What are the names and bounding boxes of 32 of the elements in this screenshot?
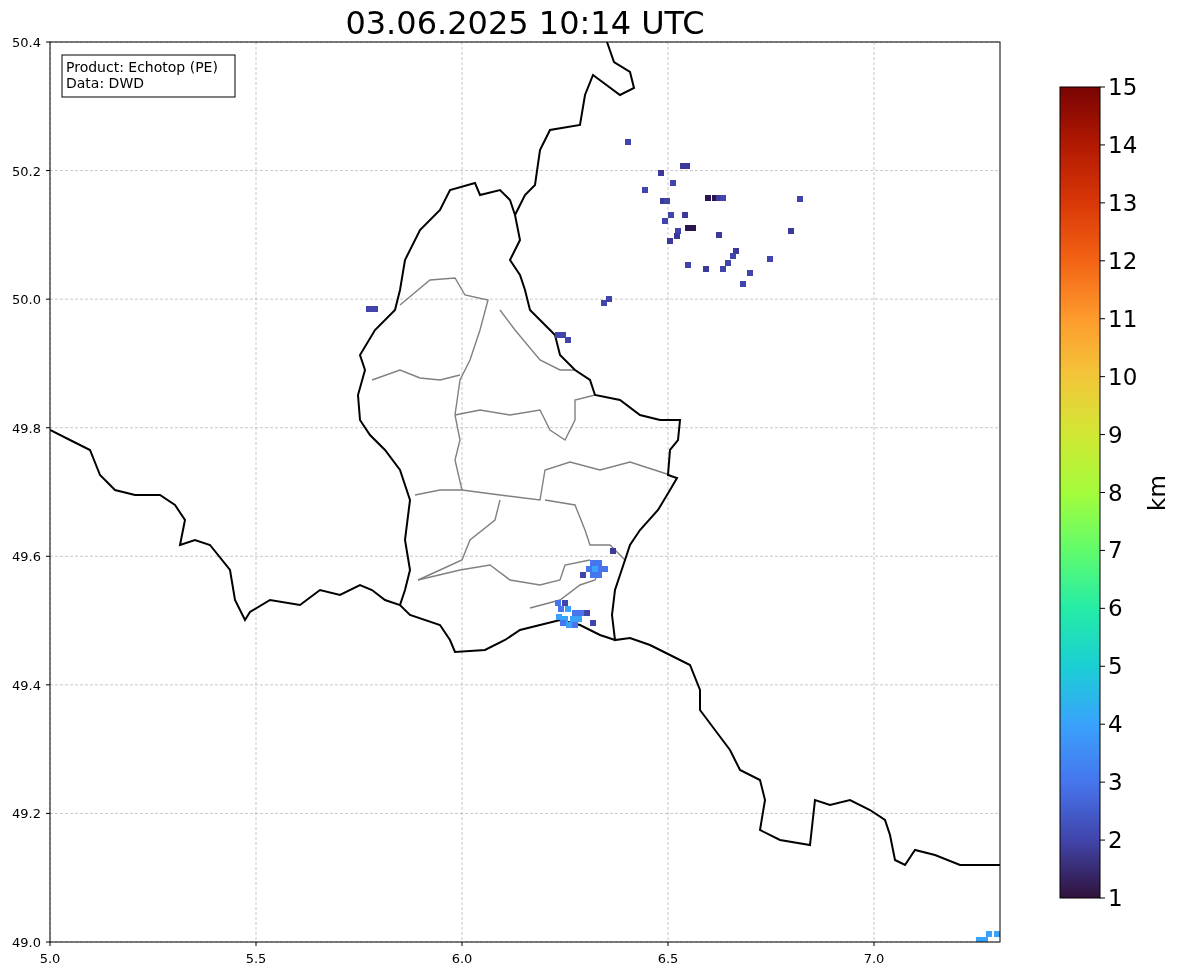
x-tick-label: 6.5 — [657, 951, 679, 966]
y-tick-label: 50.0 — [12, 292, 41, 308]
y-tick-label: 49.8 — [12, 420, 41, 436]
colorbar-tick-label: 11 — [1108, 305, 1138, 332]
colorbar-tick-label: 13 — [1108, 189, 1138, 216]
x-tick-label: 7.0 — [863, 951, 885, 966]
y-tick-label: 50.2 — [12, 163, 41, 179]
colorbar-tick-label: 7 — [1108, 537, 1123, 564]
y-tick-label: 49.2 — [12, 806, 41, 822]
colorbar-tick-label: 4 — [1108, 711, 1123, 738]
colorbar-label: km — [1144, 475, 1170, 511]
y-tick-label: 50.4 — [12, 35, 41, 50]
legend-text: Data: DWD — [66, 75, 144, 91]
y-tick-label: 49.6 — [12, 549, 41, 565]
x-tick-label: 5.5 — [245, 951, 267, 966]
y-tick-label: 49.0 — [12, 935, 41, 950]
colorbar-tick-label: 3 — [1108, 769, 1123, 796]
x-tick-label: 5.0 — [39, 951, 61, 966]
chart-title: 03.06.2025 10:14 UTC — [345, 4, 705, 42]
y-tick-label: 49.4 — [12, 677, 41, 693]
colorbar-tick-label: 6 — [1108, 595, 1123, 622]
colorbar-tick-label: 10 — [1108, 363, 1138, 390]
colorbar-tick-label: 9 — [1108, 421, 1123, 448]
colorbar-tick-label: 8 — [1108, 479, 1123, 506]
colorbar-tick-label: 12 — [1108, 247, 1138, 274]
colorbar-tick-label: 15 — [1108, 74, 1138, 100]
colorbar-tick-label: 2 — [1108, 827, 1123, 854]
x-tick-label: 6.0 — [451, 951, 473, 966]
colorbar-tick-label: 5 — [1108, 653, 1123, 680]
colorbar-tick-label: 1 — [1108, 885, 1123, 911]
colorbar-tick-label: 14 — [1108, 131, 1138, 158]
legend-text: Product: Echotop (PE) — [66, 59, 218, 75]
